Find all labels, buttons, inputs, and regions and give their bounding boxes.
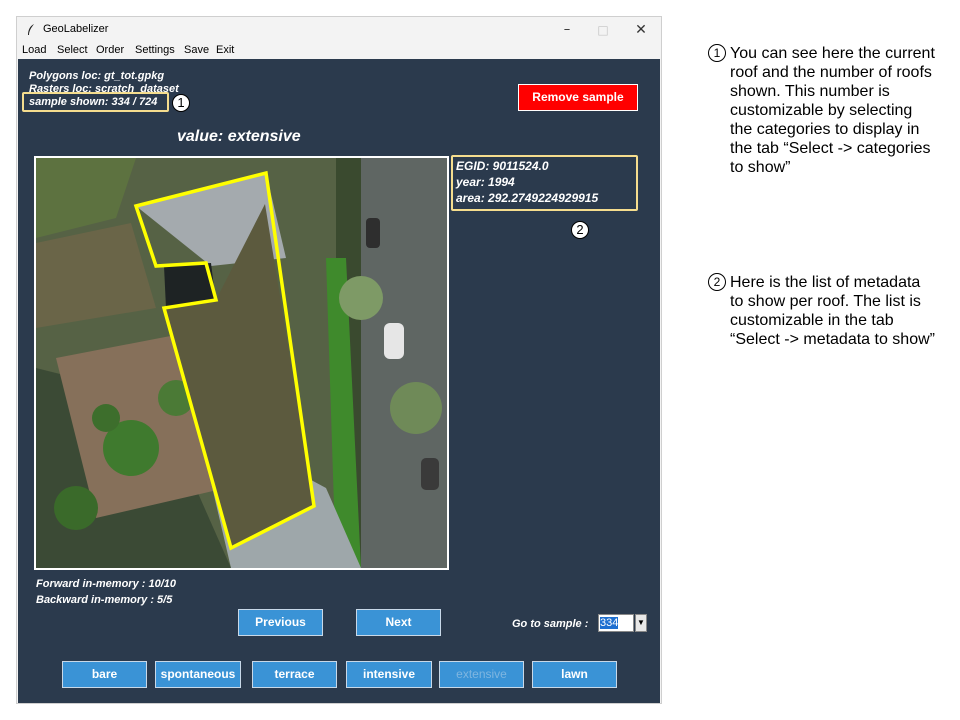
note-1-text: You can see here the current roof and th… [730,45,935,176]
callout-box-2 [451,155,638,211]
window-title: GeoLabelizer [43,23,109,35]
menu-select[interactable]: Select [57,44,88,56]
category-lawn-button[interactable]: lawn [532,661,617,688]
category-spontaneous-button[interactable]: spontaneous [155,661,241,688]
goto-sample-value: 334 [600,617,619,629]
value-label: value: extensive [177,128,301,145]
polygons-location: Polygons loc: gt_tot.gpkg [29,70,165,82]
category-intensive-button[interactable]: intensive [346,661,432,688]
menu-exit[interactable]: Exit [216,44,234,56]
callout-number-2: 2 [571,221,589,239]
note-2-text: Here is the list of metadata to show per… [730,274,935,348]
remove-sample-button[interactable]: Remove sample [518,84,638,111]
menu-load[interactable]: Load [22,44,46,56]
title-bar[interactable]: GeoLabelizer – □ ✕ [17,17,661,43]
note-number-1: 1 [708,44,726,62]
backward-memory: Backward in-memory : 5/5 [36,594,173,606]
next-button[interactable]: Next [356,609,441,636]
dropdown-arrow-icon[interactable]: ▼ [635,614,647,632]
close-button[interactable]: ✕ [625,19,657,41]
feather-icon [28,24,34,35]
forward-memory: Forward in-memory : 10/10 [36,578,176,590]
minimize-button[interactable]: – [551,19,583,41]
note-number-2: 2 [708,273,726,291]
category-bare-button[interactable]: bare [62,661,147,688]
goto-sample-input[interactable]: 334 [598,614,634,632]
maximize-button[interactable]: □ [587,19,619,41]
menu-settings[interactable]: Settings [135,44,175,56]
callout-box-1 [22,92,169,112]
goto-sample-label: Go to sample : [512,618,589,630]
category-extensive-button: extensive [439,661,524,688]
menu-bar: Load Select Order Settings Save Exit [17,43,661,59]
aerial-image-frame [34,156,449,570]
aerial-roof-image [36,158,447,568]
category-terrace-button[interactable]: terrace [252,661,337,688]
app-window: GeoLabelizer – □ ✕ Load Select Order Set… [16,16,662,704]
previous-button[interactable]: Previous [238,609,323,636]
menu-save[interactable]: Save [184,44,209,56]
menu-order[interactable]: Order [96,44,124,56]
main-panel: Polygons loc: gt_tot.gpkg Rasters loc: s… [18,59,660,703]
callout-number-1: 1 [172,94,190,112]
